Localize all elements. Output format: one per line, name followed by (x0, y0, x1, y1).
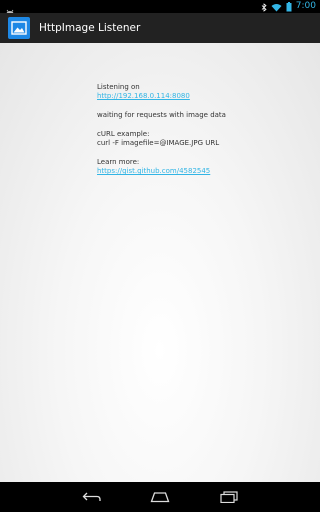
status-bar: 7:00 (0, 0, 320, 16)
listening-url-link[interactable]: http://192.168.0.114:8080 (97, 92, 226, 101)
main-content: Listening on http://192.168.0.114:8080 w… (0, 43, 320, 482)
image-icon[interactable] (8, 17, 30, 39)
action-bar: HttpImage Listener (0, 13, 320, 43)
info-text-block: Listening on http://192.168.0.114:8080 w… (97, 83, 226, 176)
learn-more-label: Learn more: (97, 158, 140, 166)
recent-apps-icon[interactable] (218, 489, 240, 505)
learn-more-link[interactable]: https://gist.github.com/4582545 (97, 167, 226, 176)
home-icon[interactable] (149, 489, 171, 505)
listening-label: Listening on (97, 83, 140, 91)
curl-command: curl -F imagefile=@IMAGE.JPG URL (97, 139, 220, 147)
waiting-text: waiting for requests with image data (97, 111, 226, 119)
back-icon[interactable] (81, 489, 103, 505)
app-title: HttpImage Listener (39, 22, 141, 34)
navigation-bar (0, 482, 320, 512)
curl-label: cURL example: (97, 130, 150, 138)
status-time: 7:00 (295, 1, 316, 11)
